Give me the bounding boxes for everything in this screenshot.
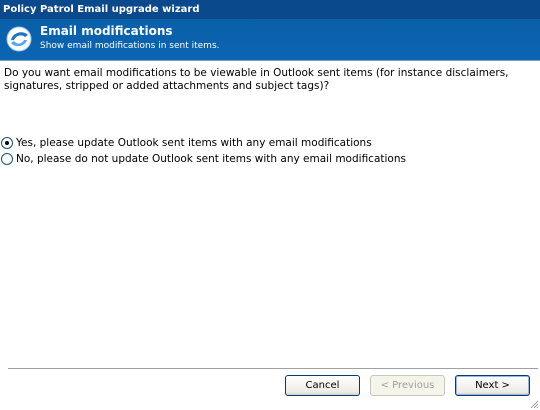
radio-yes[interactable] [1,137,13,149]
option-yes-label: Yes, please update Outlook sent items wi… [16,137,372,149]
resize-grip-icon[interactable] [529,399,539,409]
banner-title: Email modifications [40,24,173,38]
cancel-button[interactable]: Cancel [285,375,360,396]
policy-patrol-logo-icon [6,26,32,52]
option-no[interactable]: No, please do not update Outlook sent it… [1,153,406,165]
divider [0,60,540,61]
next-button[interactable]: Next > [455,375,530,396]
previous-button[interactable]: < Previous [370,375,445,396]
option-yes[interactable]: Yes, please update Outlook sent items wi… [1,137,372,149]
question-text: Do you want email modifications to be vi… [4,67,509,92]
option-no-label: No, please do not update Outlook sent it… [16,153,406,165]
footer-divider-highlight [8,369,538,370]
window-title: Policy Patrol Email upgrade wizard [0,0,540,19]
banner-subtitle: Show email modifications in sent items. [40,41,220,51]
wizard-banner: Email modifications Show email modificat… [0,19,540,60]
radio-no[interactable] [1,153,13,165]
